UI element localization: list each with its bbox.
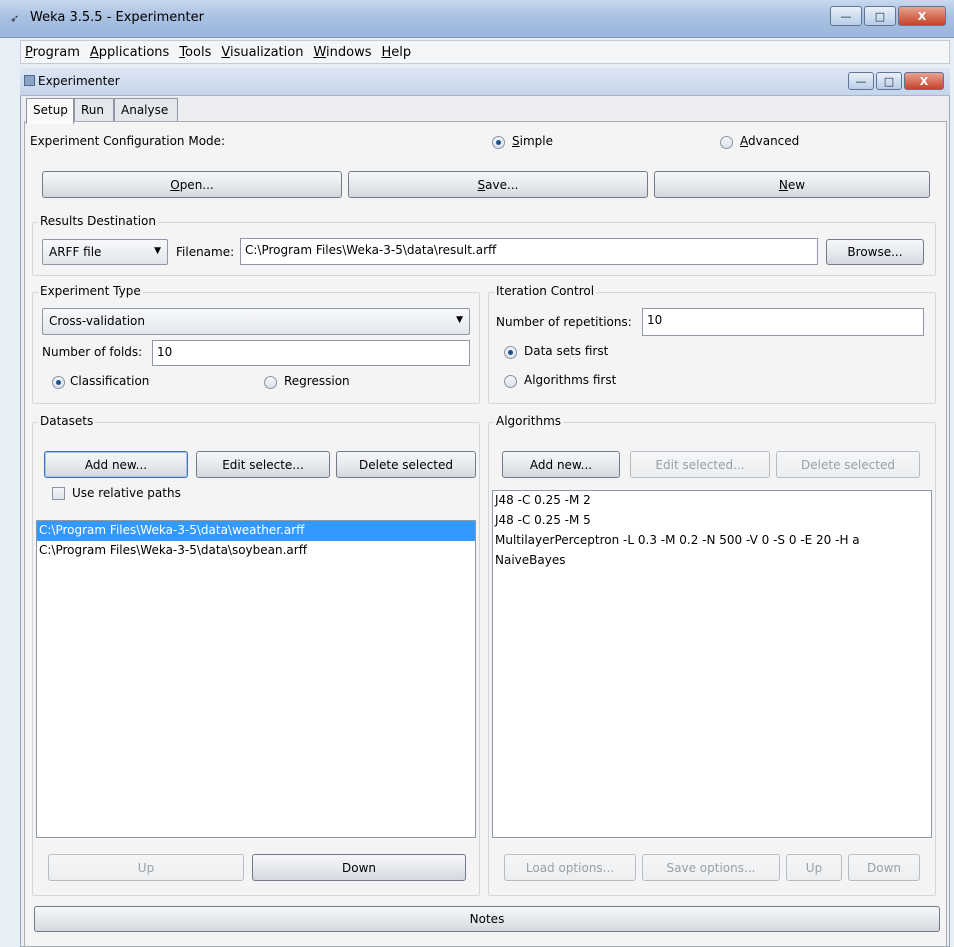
classification-label[interactable]: Classification [70,374,149,388]
tab-analyse[interactable]: Analyse [114,98,178,122]
menu-help[interactable]: Help [382,45,412,60]
minimize-icon: — [840,9,852,23]
tab-setup[interactable]: Setup [26,98,74,124]
list-item[interactable]: MultilayerPerceptron -L 0.3 -M 0.2 -N 50… [493,531,931,551]
advanced-mode-label[interactable]: Advanced [740,134,799,148]
save-options-button[interactable]: Save options... [642,854,780,881]
classification-radio[interactable] [52,376,65,389]
algorithms-list[interactable]: J48 -C 0.25 -M 2 J48 -C 0.25 -M 5 Multil… [492,490,932,838]
experimenter-window-icon [24,75,35,86]
algorithms-first-radio[interactable] [504,375,517,388]
save-button[interactable]: Save... [348,171,648,198]
datasets-list[interactable]: C:\Program Files\Weka-3-5\data\weather.a… [36,520,476,838]
close-button[interactable]: X [898,6,946,26]
list-item[interactable]: J48 -C 0.25 -M 5 [493,511,931,531]
menu-program[interactable]: Program [25,45,80,60]
list-item[interactable]: J48 -C 0.25 -M 2 [493,491,931,511]
window-title: Weka 3.5.5 - Experimenter [30,10,204,25]
list-item[interactable]: C:\Program Files\Weka-3-5\data\weather.a… [37,521,475,541]
menu-bar: Program Applications Tools Visualization… [20,40,950,64]
experiment-type-title: Experiment Type [38,284,143,298]
filename-input[interactable]: C:\Program Files\Weka-3-5\data\result.ar… [240,238,818,265]
simple-mode-label[interactable]: Simple [512,134,553,148]
notes-button[interactable]: Notes [34,906,940,932]
use-relative-paths-checkbox[interactable] [52,487,65,500]
simple-mode-radio[interactable] [492,136,505,149]
data-sets-first-radio[interactable] [504,346,517,359]
algorithms-first-label[interactable]: Algorithms first [524,373,616,387]
algorithm-delete-selected-button[interactable]: Delete selected [776,451,920,478]
algorithm-up-button[interactable]: Up [786,854,842,881]
folds-label: Number of folds: [42,345,143,359]
regression-radio[interactable] [264,376,277,389]
new-button[interactable]: New [654,171,930,198]
list-item[interactable]: C:\Program Files\Weka-3-5\data\soybean.a… [37,541,475,561]
folds-input[interactable]: 10 [152,340,470,366]
menu-visualization[interactable]: Visualization [221,45,303,60]
window-titlebar: ➶ Weka 3.5.5 - Experimenter — □ X [0,0,954,38]
inner-close-button[interactable]: X [904,72,944,90]
iteration-control-title: Iteration Control [494,284,597,298]
close-icon: X [919,74,929,88]
algorithm-add-new-button[interactable]: Add new... [502,451,620,478]
maximize-icon: □ [874,9,886,23]
maximize-button[interactable]: □ [864,6,896,26]
dataset-add-new-button[interactable]: Add new... [44,451,188,478]
menu-tools[interactable]: Tools [179,45,211,60]
chevron-down-icon: ▼ [154,246,161,256]
menu-windows[interactable]: Windows [313,45,371,60]
advanced-mode-radio[interactable] [720,136,733,149]
tab-run[interactable]: Run [74,98,114,122]
browse-button[interactable]: Browse... [826,239,924,265]
repetitions-input[interactable]: 10 [642,308,924,336]
experimenter-title: Experimenter [38,74,120,88]
minimize-button[interactable]: — [830,6,862,26]
dataset-edit-selected-button[interactable]: Edit selecte... [196,451,330,478]
open-button[interactable]: Open... [42,171,342,198]
dataset-delete-selected-button[interactable]: Delete selected [336,451,476,478]
filename-label: Filename: [176,245,235,259]
inner-restore-button[interactable]: □ [876,72,902,90]
use-relative-paths-label[interactable]: Use relative paths [72,486,181,500]
dataset-up-button[interactable]: Up [48,854,244,881]
experimenter-titlebar: Experimenter — □ X [20,68,950,96]
algorithm-edit-selected-button[interactable]: Edit selected... [630,451,770,478]
datasets-title: Datasets [38,414,96,428]
close-icon: X [917,9,927,23]
menu-applications[interactable]: Applications [90,45,169,60]
data-sets-first-label[interactable]: Data sets first [524,344,608,358]
algorithms-title: Algorithms [494,414,564,428]
minimize-icon: — [855,74,867,88]
dataset-down-button[interactable]: Down [252,854,466,881]
inner-minimize-button[interactable]: — [848,72,874,90]
config-mode-label: Experiment Configuration Mode: [30,134,226,148]
list-item[interactable]: NaiveBayes [493,551,931,571]
experiment-type-select[interactable]: Cross-validation ▼ [42,308,470,335]
destination-type-select[interactable]: ARFF file ▼ [42,239,168,265]
regression-label[interactable]: Regression [284,374,350,388]
repetitions-label: Number of repetitions: [496,315,632,329]
chevron-down-icon: ▼ [456,315,463,325]
load-options-button[interactable]: Load options... [504,854,636,881]
weka-bird-icon: ➶ [10,12,20,25]
algorithm-down-button[interactable]: Down [848,854,920,881]
restore-icon: □ [883,74,895,88]
results-destination-title: Results Destination [38,214,159,228]
